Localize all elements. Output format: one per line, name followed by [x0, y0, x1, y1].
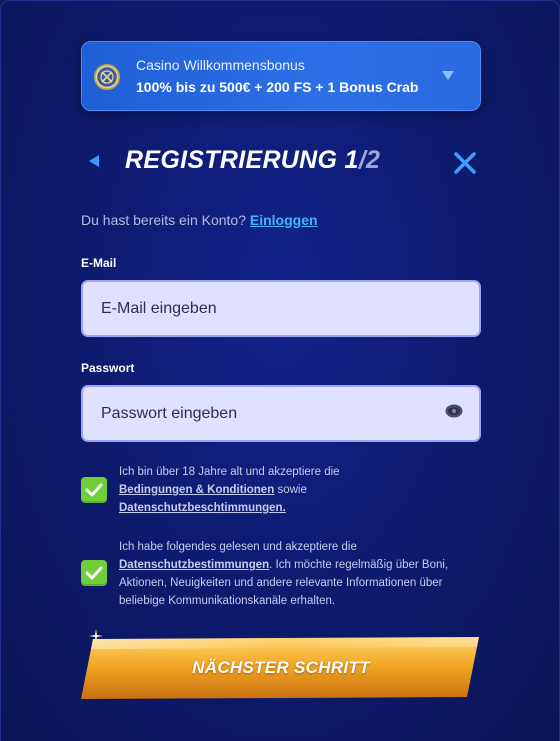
next-step-button[interactable]: NÄCHSTER SCHRITT	[81, 637, 481, 699]
age-terms-text: Ich bin über 18 Jahre alt und akzeptiere…	[119, 463, 491, 517]
bonus-selector[interactable]: Casino Willkommensbonus 100% bis zu 500€…	[81, 41, 481, 111]
coin-badge-icon	[94, 64, 120, 90]
marketing-consent-text: Ich habe folgendes gelesen und akzeptier…	[119, 538, 491, 610]
terms-link[interactable]: Bedingungen & Konditionen	[119, 484, 274, 496]
chevron-down-icon[interactable]	[442, 71, 454, 80]
password-label: Passwort	[81, 361, 135, 375]
page-title: REGISTRIERUNG 1/2	[125, 146, 380, 175]
page-title-step: /2	[358, 146, 381, 174]
email-label: E-Mail	[81, 256, 117, 270]
age-terms-checkbox[interactable]	[81, 477, 107, 503]
bonus-title: Casino Willkommensbonus	[136, 57, 305, 73]
privacy-link[interactable]: Datenschutzbeschtimmungen.	[119, 502, 286, 514]
registration-panel: Casino Willkommensbonus 100% bis zu 500€…	[0, 0, 560, 741]
close-icon[interactable]	[453, 151, 477, 175]
next-step-label: NÄCHSTER SCHRITT	[192, 658, 370, 677]
password-field[interactable]	[81, 385, 481, 442]
bonus-offer: 100% bis zu 500€ + 200 FS + 1 Bonus Crab	[136, 79, 419, 95]
login-link[interactable]: Einloggen	[250, 212, 318, 228]
back-arrow-icon[interactable]	[89, 155, 99, 167]
consent1-text: Ich bin über 18 Jahre alt und akzeptiere…	[119, 466, 340, 478]
checkmark-icon	[85, 566, 103, 580]
consent1-mid: sowie	[277, 484, 307, 496]
login-prompt: Du hast bereits ein Konto? Einloggen	[81, 212, 318, 228]
privacy-policy-link[interactable]: Datenschutzbestimmungen	[119, 559, 269, 571]
consent2-text: Ich habe folgendes gelesen und akzeptier…	[119, 541, 357, 553]
email-field[interactable]	[81, 280, 481, 337]
marketing-consent-checkbox[interactable]	[81, 560, 107, 586]
login-prompt-text: Du hast bereits ein Konto?	[81, 212, 246, 228]
eye-icon[interactable]	[445, 404, 463, 418]
checkmark-icon	[85, 483, 103, 497]
page-title-main: REGISTRIERUNG 1	[125, 146, 359, 174]
